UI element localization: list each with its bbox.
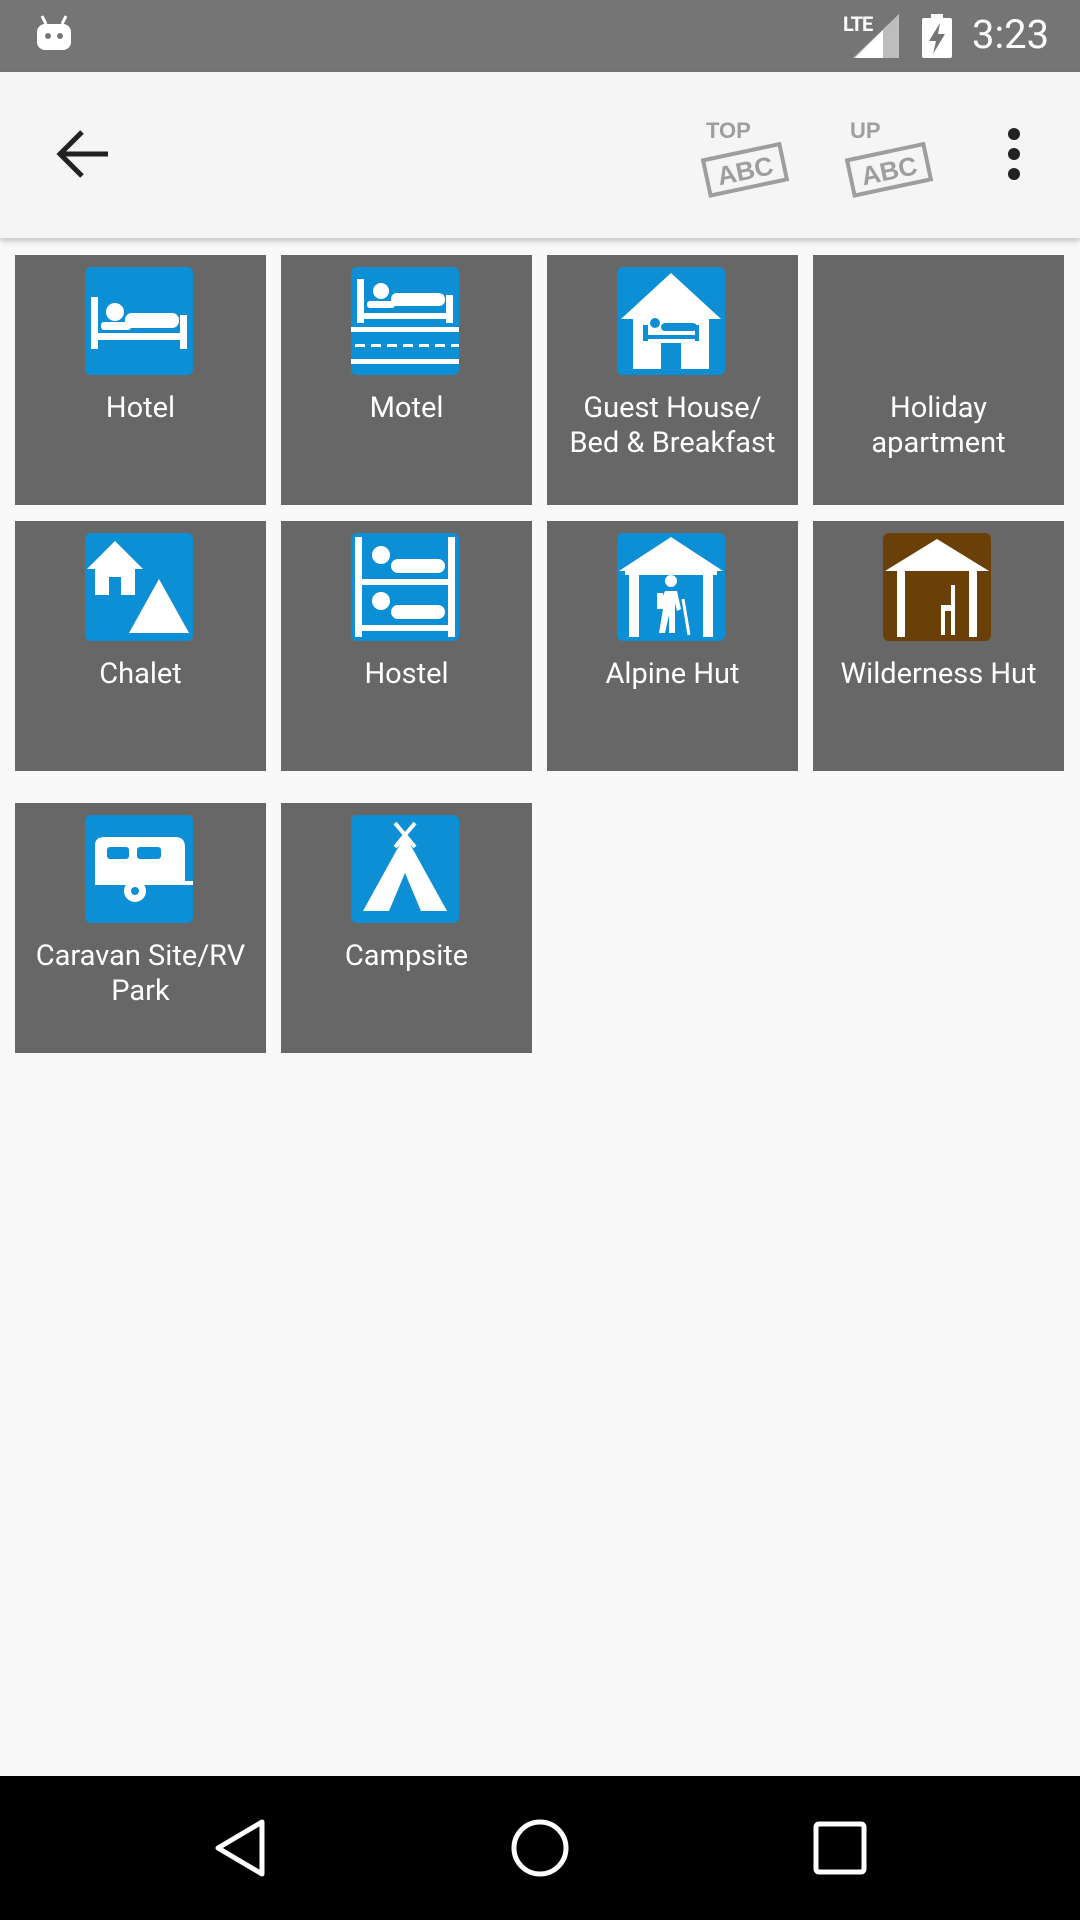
tile-campsite[interactable]: Campsite [281,803,532,1053]
chalet-icon [85,533,193,641]
tile-alpine-hut[interactable]: Alpine Hut [547,521,798,771]
caravan-icon [85,815,193,923]
nav-home-icon[interactable] [500,1808,580,1888]
status-bar: LTE 3:23 [0,0,1080,72]
tile-label: Guest House/Bed & Breakfast [569,391,776,460]
guest-house-icon [617,267,725,375]
tile-hotel[interactable]: Hotel [15,255,266,505]
back-arrow-icon[interactable] [52,122,116,186]
tent-icon [351,815,459,923]
clock: 3:23 [972,11,1050,58]
app-bar: TOP ABC UP ABC [0,72,1080,238]
navigation-bar [0,1776,1080,1920]
tile-caravan-site[interactable]: Caravan Site/RV Park [15,803,266,1053]
tile-label: Caravan Site/RV Park [35,939,246,1008]
battery-charging-icon [922,14,952,58]
tile-label: Chalet [99,657,182,691]
tile-label: Hotel [105,391,176,425]
cell-signal-icon [853,14,899,58]
up-abc-small-label: UP [850,118,881,143]
alpine-hut-hiker-icon [617,533,725,641]
tile-motel[interactable]: Motel [281,255,532,505]
tile-label: Motel [369,391,444,425]
tile-wilderness-hut[interactable]: Wilderness Hut [813,521,1064,771]
tile-label: Campsite [344,939,469,973]
tile-label: Holiday apartment [871,391,1006,460]
nav-recents-icon[interactable] [800,1808,880,1888]
tile-guest-house[interactable]: Guest House/Bed & Breakfast [547,255,798,505]
tile-label: Alpine Hut [605,657,740,691]
overflow-menu-icon[interactable] [994,124,1034,184]
hotel-bed-icon [85,267,193,375]
top-abc-small-label: TOP [706,118,751,143]
tile-label: Hostel [364,657,449,691]
tile-holiday-apartment[interactable]: Holiday apartment [813,255,1064,505]
wilderness-hut-icon [883,533,991,641]
tile-chalet[interactable]: Chalet [15,521,266,771]
up-abc-sort-button[interactable]: UP ABC [840,114,936,198]
tile-hostel[interactable]: Hostel [281,521,532,771]
nav-back-icon[interactable] [200,1808,280,1888]
bunk-bed-icon [351,533,459,641]
android-notification-icon [37,15,71,50]
top-abc-sort-button[interactable]: TOP ABC [696,114,792,198]
tile-label: Wilderness Hut [840,657,1037,691]
motel-bed-road-icon [351,267,459,375]
